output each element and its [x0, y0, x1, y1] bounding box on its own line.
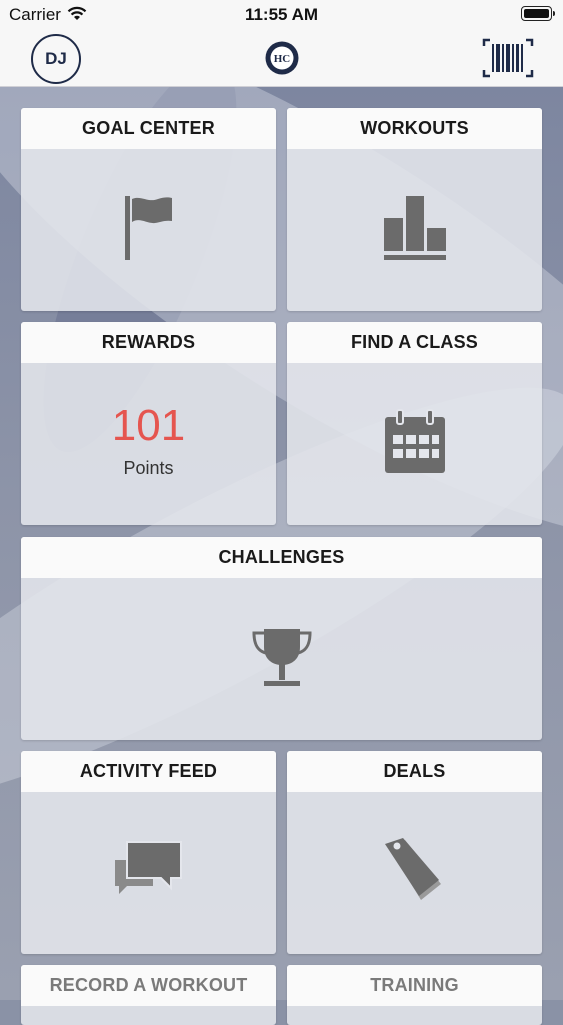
training-tile[interactable]: TRAINING: [287, 965, 542, 1025]
challenges-tile[interactable]: CHALLENGES: [21, 537, 542, 740]
goal-center-tile[interactable]: GOAL CENTER: [21, 108, 276, 311]
goal-center-title: GOAL CENTER: [21, 108, 276, 149]
reward-points-value: 101: [111, 400, 186, 450]
chat-bubbles-icon: [113, 840, 185, 907]
activity-feed-tile[interactable]: ACTIVITY FEED: [21, 751, 276, 954]
reward-points-label: Points: [123, 457, 174, 478]
deals-title: DEALS: [287, 751, 542, 792]
battery-icon: [521, 6, 555, 21]
bar-chart-icon: [382, 194, 448, 267]
rewards-title: REWARDS: [21, 322, 276, 363]
profile-avatar[interactable]: DJ: [31, 34, 81, 84]
status-bar: Carrier 11:55 AM: [0, 0, 563, 30]
tag-icon: [383, 836, 447, 911]
deals-tile[interactable]: DEALS: [287, 751, 542, 954]
barcode-scan-icon[interactable]: [482, 38, 534, 83]
record-a-workout-tile[interactable]: RECORD A WORKOUT: [21, 965, 276, 1025]
workouts-tile[interactable]: WORKOUTS: [287, 108, 542, 311]
find-a-class-tile[interactable]: FIND A CLASS: [287, 322, 542, 525]
find-a-class-title: FIND A CLASS: [287, 322, 542, 363]
flag-icon: [123, 194, 175, 267]
rewards-tile[interactable]: REWARDS 101 Points: [21, 322, 276, 525]
calendar-icon: [383, 408, 447, 480]
activity-feed-title: ACTIVITY FEED: [21, 751, 276, 792]
challenges-title: CHALLENGES: [21, 537, 542, 578]
navigation-bar: DJ HC: [0, 30, 563, 87]
trophy-icon: [250, 625, 314, 694]
club-logo-icon: HC: [264, 40, 300, 81]
svg-text:HC: HC: [274, 53, 291, 65]
workouts-title: WORKOUTS: [287, 108, 542, 149]
clock-time: 11:55 AM: [244, 5, 319, 24]
